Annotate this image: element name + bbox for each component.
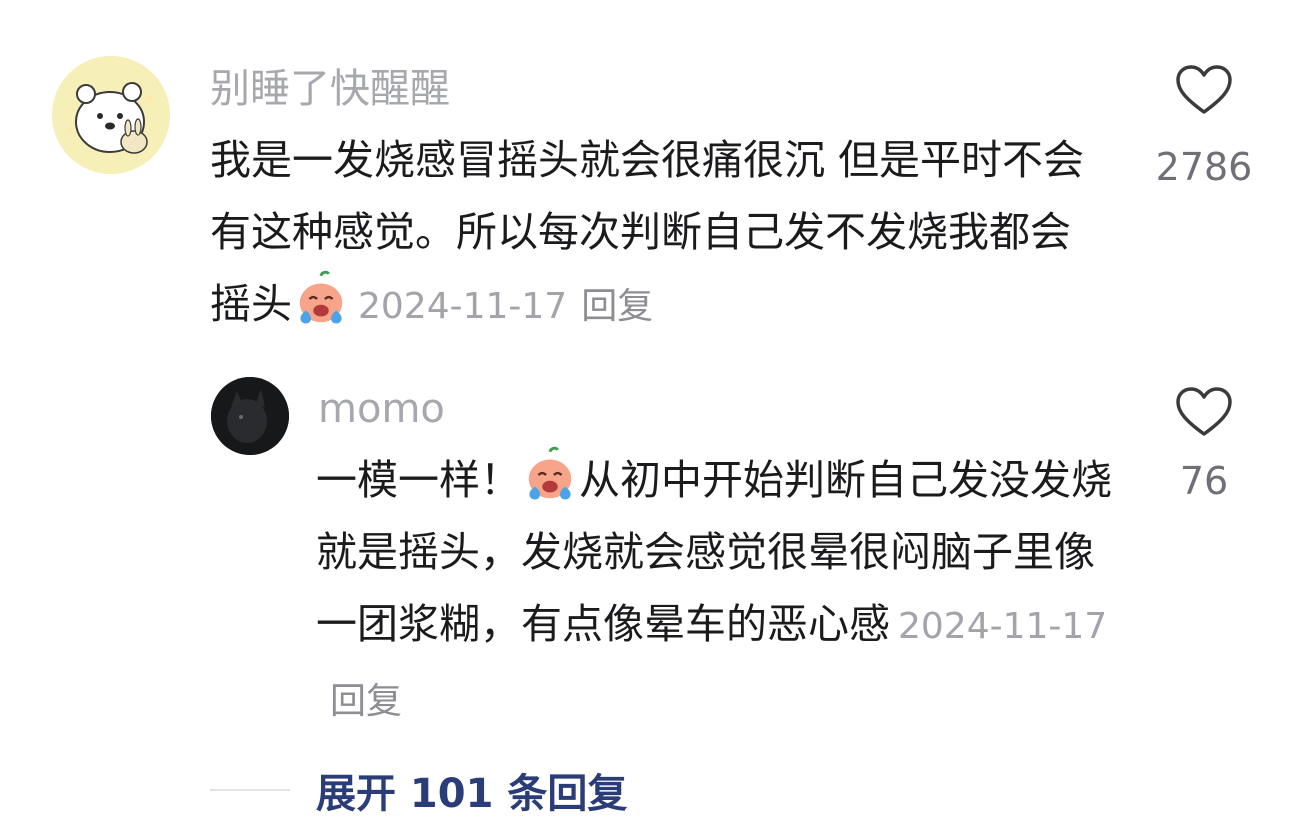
like-button[interactable]: 76 [1144,386,1264,504]
comment-date: 2024-11-17 [358,286,568,327]
reply-button[interactable]: 回复 [581,286,653,327]
expand-replies-label[interactable]: 展开 101 条回复 [316,761,627,819]
like-button[interactable]: 2786 [1144,64,1264,190]
username[interactable]: 别睡了快醒醒 [210,64,450,114]
reply-body-start: 一模一样！ [316,456,521,504]
expand-replies-button[interactable]: 展开 101 条回复 [210,760,627,820]
divider-line [210,789,290,791]
like-count: 2786 [1155,145,1253,189]
avatar[interactable] [52,56,170,174]
username[interactable]: momo [318,384,445,434]
crying-face-emoji-icon [528,446,572,500]
comment-date: 2024-11-17 [898,606,1108,647]
reply-button[interactable]: 回复 [330,681,402,722]
like-count: 76 [1179,459,1229,503]
heart-outline-icon [1176,387,1232,436]
crying-face-emoji-icon [299,270,343,324]
avatar[interactable] [211,377,289,455]
comment-text: 我是一发烧感冒摇头就会很痛很沉 但是平时不会有这种感觉。所以每次判断自己发不发烧… [210,124,1100,343]
comment-text: 一模一样！ 从初中开始判断自己发没发烧就是摇头，发烧就会感觉很晕很闷脑子里像一团… [316,444,1116,738]
dark-avatar-icon [211,377,289,455]
heart-outline-icon [1176,65,1232,114]
bear-avatar-icon [52,56,170,174]
